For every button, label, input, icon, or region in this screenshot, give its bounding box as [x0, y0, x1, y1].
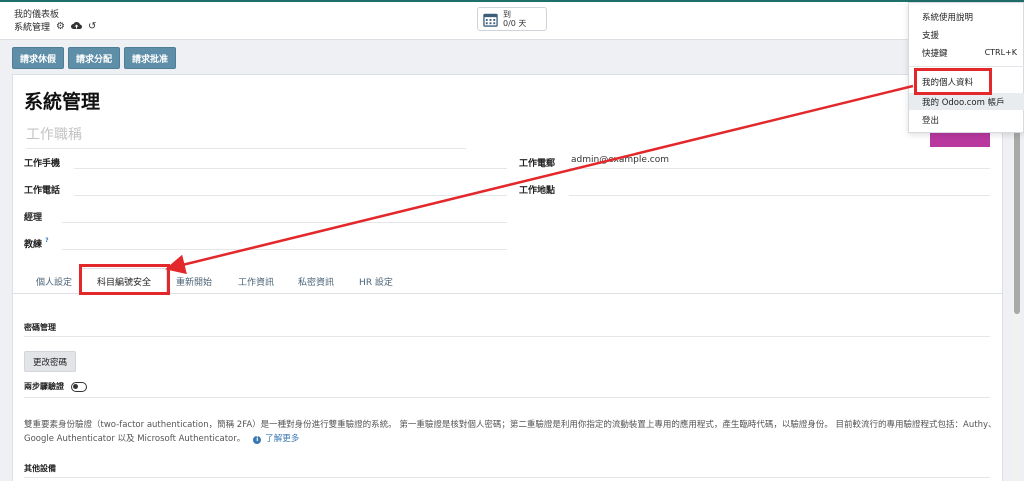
- coach-label: 教練 ?: [24, 237, 62, 250]
- tab-private-info[interactable]: 私密資訊: [289, 268, 343, 294]
- employee-name[interactable]: 系統管理: [24, 87, 100, 114]
- scrollbar[interactable]: [1013, 110, 1021, 481]
- info-icon: i: [253, 436, 262, 444]
- attendance-widget[interactable]: 到 0/0 天: [477, 7, 547, 31]
- work-location-field: 工作地點: [519, 182, 990, 196]
- menu-item-odoo-account-label: 我的 Odoo.com 帳戶: [922, 97, 1005, 108]
- annotation-highlight-my-profile: [914, 68, 992, 95]
- gear-icon[interactable]: ⚙: [56, 21, 65, 32]
- manager-label: 經理: [24, 213, 43, 223]
- tab-resume[interactable]: 重新開始: [167, 268, 221, 294]
- tab-hr-settings[interactable]: HR 設定: [349, 268, 403, 294]
- job-title-input[interactable]: 工作職稱: [26, 124, 466, 149]
- help-tooltip-icon[interactable]: ?: [45, 237, 48, 244]
- work-phone-label: 工作電話: [24, 186, 61, 196]
- request-leave-button[interactable]: 請求休假: [12, 47, 65, 69]
- tab-personal-settings[interactable]: 個人設定: [27, 268, 81, 294]
- annotation-highlight-security-tab: [79, 264, 170, 295]
- two-factor-row: 兩步驟驗證: [24, 381, 990, 398]
- breadcrumb-parent[interactable]: 我的儀表板: [14, 7, 59, 20]
- manager-input[interactable]: [62, 209, 507, 223]
- menu-item-logout-label: 登出: [922, 115, 940, 126]
- request-approval-button[interactable]: 請求批准: [124, 47, 177, 69]
- work-email-label: 工作電郵: [519, 159, 556, 169]
- attendance-label: 到: [503, 10, 511, 19]
- calendar-icon: [483, 13, 498, 27]
- menu-item-support[interactable]: 支援: [909, 26, 1024, 43]
- attendance-days: 0/0 天: [503, 19, 527, 28]
- work-location-label: 工作地點: [519, 186, 556, 196]
- two-factor-description-text: 雙重要素身份驗證（two-factor authentication，簡稱 2F…: [24, 420, 997, 444]
- work-phone-field: 工作電話: [24, 182, 507, 196]
- two-factor-label: 兩步驟驗證: [24, 382, 64, 391]
- two-factor-description: 雙重要素身份驗證（two-factor authentication，簡稱 2F…: [24, 418, 999, 446]
- shortcut-key: CTRL+K: [984, 48, 1017, 57]
- menu-item-documentation[interactable]: 系統使用說明: [909, 8, 1024, 25]
- menu-item-documentation-label: 系統使用說明: [922, 12, 974, 23]
- tab-work-info[interactable]: 工作資訊: [229, 268, 283, 294]
- other-devices-heading: 其他設備: [24, 463, 990, 478]
- work-location-input[interactable]: [569, 182, 990, 196]
- menu-divider: [909, 66, 1024, 67]
- two-factor-toggle[interactable]: [71, 381, 87, 392]
- work-phone-input[interactable]: [74, 182, 507, 196]
- manager-field: 經理: [24, 209, 507, 223]
- control-panel: 請求休假 請求分配 請求批准: [12, 47, 177, 69]
- change-password-button[interactable]: 更改密碼: [24, 351, 76, 372]
- work-mobile-input[interactable]: [74, 155, 507, 169]
- work-email-field: 工作電郵 admin@example.com: [519, 155, 990, 169]
- menu-item-shortcuts-label: 快捷鍵: [922, 48, 948, 59]
- menu-item-shortcuts[interactable]: 快捷鍵 CTRL+K: [909, 44, 1024, 61]
- coach-field: 教練 ?: [24, 236, 507, 250]
- request-allocation-button[interactable]: 請求分配: [68, 47, 121, 69]
- password-management-heading: 密碼管理: [24, 322, 990, 337]
- work-mobile-label: 工作手機: [24, 159, 61, 169]
- cloud-upload-icon[interactable]: [70, 21, 82, 33]
- breadcrumb-current: 系統管理 ⚙ ↺: [14, 20, 96, 33]
- undo-icon[interactable]: ↺: [88, 21, 96, 32]
- breadcrumb-current-label: 系統管理: [14, 23, 51, 33]
- learn-more-link[interactable]: 了解更多: [265, 434, 299, 444]
- coach-input[interactable]: [62, 236, 507, 250]
- work-email-input[interactable]: admin@example.com: [569, 155, 990, 169]
- coach-label-text: 教練: [24, 240, 43, 250]
- menu-item-support-label: 支援: [922, 30, 940, 41]
- work-mobile-field: 工作手機: [24, 155, 507, 169]
- top-navbar: 我的儀表板 系統管理 ⚙ ↺ 到 0/0 天: [0, 0, 1024, 40]
- menu-item-odoo-account[interactable]: 我的 Odoo.com 帳戶: [909, 93, 1024, 110]
- menu-item-logout[interactable]: 登出: [909, 111, 1024, 128]
- scrollbar-thumb[interactable]: [1014, 114, 1020, 314]
